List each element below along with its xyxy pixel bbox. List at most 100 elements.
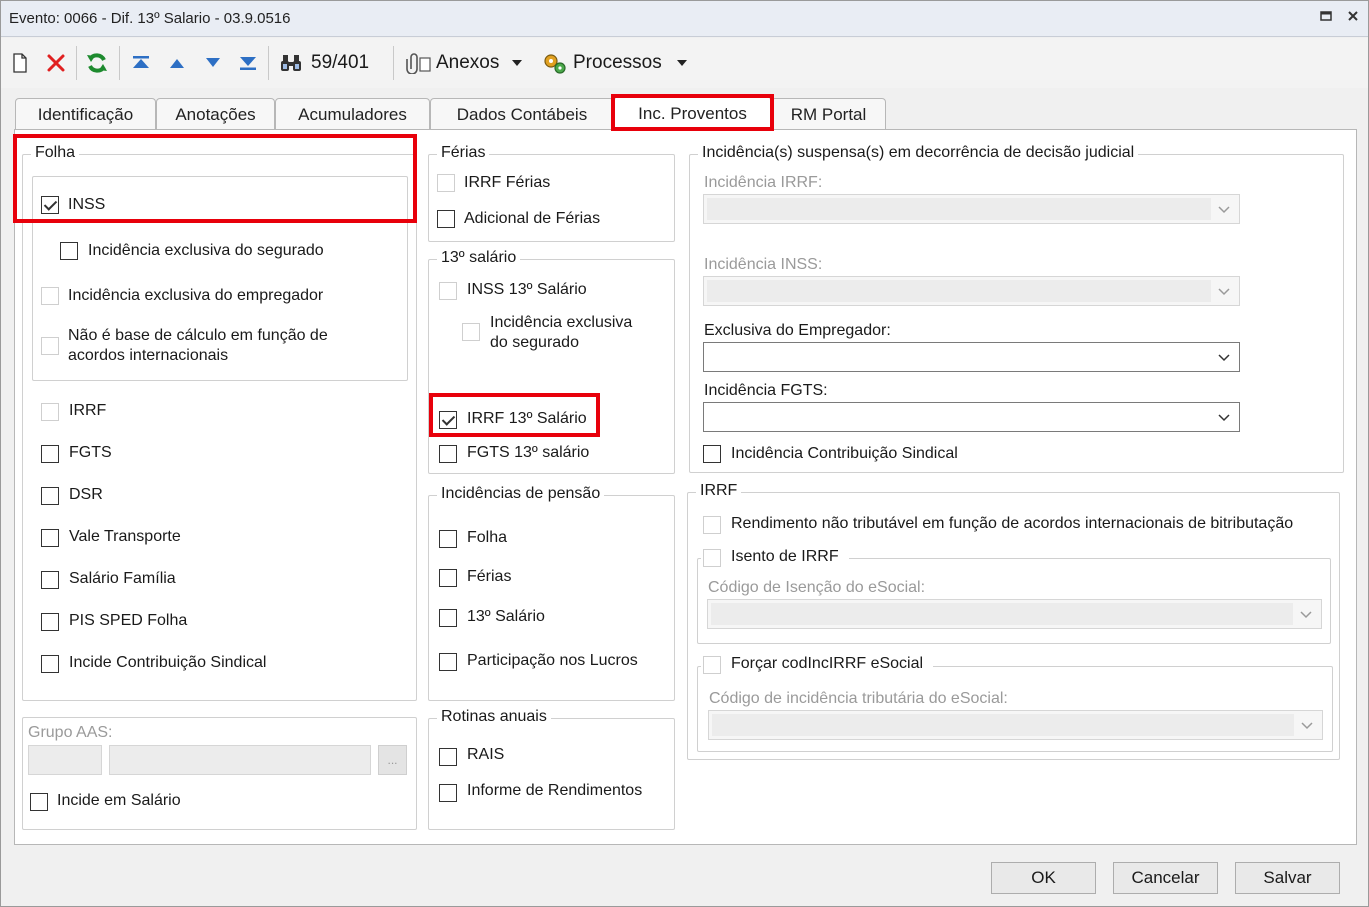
irrf-checkbox[interactable] [41, 403, 59, 421]
incide-salario-label: Incide em Salário [57, 792, 181, 809]
next-record-icon[interactable] [201, 50, 225, 76]
exclusiva-empregador-select[interactable] [703, 342, 1240, 372]
chevron-down-icon [1215, 347, 1233, 367]
close-icon[interactable] [1344, 9, 1362, 27]
search-binoculars-icon[interactable] [277, 50, 305, 76]
processos-button[interactable]: Processos [541, 50, 691, 76]
decimo-terceiro-group-title: 13º salário [437, 249, 521, 267]
rendimento-nao-tributavel-checkbox[interactable] [703, 516, 721, 534]
chevron-down-icon [1215, 199, 1233, 219]
irrf-ferias-checkbox[interactable] [437, 174, 455, 192]
last-record-icon[interactable] [236, 50, 260, 76]
adicional-ferias-checkbox[interactable] [437, 210, 455, 228]
forcar-codinc-label: Forçar codIncIRRF eSocial [731, 655, 924, 672]
tab-acumuladores[interactable]: Acumuladores [275, 98, 430, 130]
incidencia-contrib-sindical-checkbox[interactable] [703, 445, 721, 463]
forcar-codinc-checkbox[interactable] [703, 656, 721, 674]
toolbar-separator [119, 46, 120, 80]
codigo-isencao-select[interactable] [707, 599, 1322, 629]
chevron-down-icon [1297, 604, 1315, 624]
informe-rendimentos-label: Informe de Rendimentos [467, 782, 643, 799]
folha-inss-highlight-box [13, 134, 417, 223]
tab-rm-portal[interactable]: RM Portal [771, 98, 886, 130]
inc-exclusiva-segurado-checkbox[interactable] [60, 242, 78, 260]
informe-rendimentos-checkbox[interactable] [439, 784, 457, 802]
tab-anotacoes[interactable]: Anotações [156, 98, 275, 130]
save-button[interactable]: Salvar [1235, 862, 1340, 894]
fgts-13-checkbox[interactable] [439, 445, 457, 463]
incidencia-irrf-label: Incidência IRRF: [704, 174, 823, 191]
codigo-incidencia-label: Código de incidência tributária do eSoci… [709, 690, 1008, 707]
grupo-aas-code-input[interactable] [28, 745, 102, 775]
pensao-participacao-lucros-label: Participação nos Lucros [467, 652, 638, 669]
pensao-group-title: Incidências de pensão [437, 485, 605, 503]
dsr-label: DSR [69, 486, 103, 503]
delete-icon[interactable] [43, 50, 69, 76]
ok-button[interactable]: OK [991, 862, 1096, 894]
irrf-label: IRRF [69, 402, 107, 419]
pis-sped-folha-checkbox[interactable] [41, 613, 59, 631]
grupo-aas-description-input[interactable] [109, 745, 371, 775]
anexos-button[interactable]: Anexos [404, 50, 534, 76]
toolbar-separator [393, 46, 394, 80]
event-window: Evento: 0066 - Dif. 13º Salario - 03.9.0… [0, 0, 1369, 907]
ferias-group-title: Férias [437, 144, 490, 162]
incidencia-fgts-select[interactable] [703, 402, 1240, 432]
incide-contrib-sindical-checkbox[interactable] [41, 655, 59, 673]
gears-icon [541, 51, 569, 75]
tab-dados-contabeis[interactable]: Dados Contábeis [430, 98, 614, 130]
toolbar: 59/401 Anexos Processos [1, 38, 1368, 88]
inc-exclusiva-empregador-label: Incidência exclusiva do empregador [68, 287, 324, 304]
grupo-aas-browse-button[interactable]: ... [378, 745, 407, 775]
maximize-icon[interactable] [1317, 9, 1335, 27]
isento-irrf-label: Isento de IRRF [731, 548, 839, 565]
grupo-aas-label: Grupo AAS: [28, 724, 113, 741]
inss-13-label: INSS 13º Salário [467, 281, 587, 298]
rotinas-anuais-group-title: Rotinas anuais [437, 708, 551, 726]
inss-13-checkbox[interactable] [439, 282, 457, 300]
tab-highlight-box [611, 94, 774, 131]
pensao-participacao-lucros-checkbox[interactable] [439, 653, 457, 671]
rais-checkbox[interactable] [439, 748, 457, 766]
fgts-checkbox[interactable] [41, 445, 59, 463]
inc-exclusiva-empregador-checkbox[interactable] [41, 287, 59, 305]
new-document-icon[interactable] [9, 50, 31, 76]
tab-identificacao[interactable]: Identificação [15, 98, 156, 130]
rotinas-anuais-group: Rotinas anuais [428, 708, 675, 830]
rais-label: RAIS [467, 746, 505, 763]
exclusiva-empregador-label: Exclusiva do Empregador: [704, 322, 891, 339]
pensao-13-salario-checkbox[interactable] [439, 609, 457, 627]
refresh-icon[interactable] [84, 50, 110, 76]
salario-familia-checkbox[interactable] [41, 571, 59, 589]
inc-exclusiva-segurado-label: Incidência exclusiva do segurado [88, 242, 324, 259]
chevron-down-icon [1298, 715, 1316, 735]
dsr-checkbox[interactable] [41, 487, 59, 505]
pensao-ferias-checkbox[interactable] [439, 569, 457, 587]
incidencia-inss-select[interactable] [703, 276, 1240, 306]
toolbar-separator [76, 46, 77, 80]
pis-sped-folha-label: PIS SPED Folha [69, 612, 188, 629]
nao-base-calculo-checkbox[interactable] [41, 337, 59, 355]
rendimento-nao-tributavel-label: Rendimento não tributável em função de a… [731, 515, 1294, 532]
cancel-button[interactable]: Cancelar [1113, 862, 1218, 894]
previous-record-icon[interactable] [165, 50, 189, 76]
toolbar-separator [268, 46, 269, 80]
pensao-folha-checkbox[interactable] [439, 530, 457, 548]
irrf-ferias-label: IRRF Férias [464, 174, 551, 191]
decimo-inc-exclusiva-segurado-checkbox[interactable] [462, 323, 480, 341]
pensao-folha-label: Folha [467, 529, 508, 546]
suspensas-group-title: Incidência(s) suspensa(s) em decorrência… [698, 144, 1139, 162]
paperclip-icon [404, 52, 432, 74]
pensao-13-salario-label: 13º Salário [467, 608, 545, 625]
isento-irrf-checkbox[interactable] [703, 549, 721, 567]
irrf-13-highlight-box [429, 393, 600, 437]
codigo-incidencia-select[interactable] [708, 710, 1323, 740]
incidencia-contrib-sindical-label: Incidência Contribuição Sindical [731, 445, 958, 462]
vale-transporte-label: Vale Transporte [69, 528, 181, 545]
vale-transporte-checkbox[interactable] [41, 529, 59, 547]
first-record-icon[interactable] [129, 50, 153, 76]
fgts-13-label: FGTS 13º salário [467, 444, 590, 461]
anexos-label: Anexos [436, 52, 500, 73]
incidencia-irrf-select[interactable] [703, 194, 1240, 224]
incide-salario-checkbox[interactable] [30, 793, 48, 811]
